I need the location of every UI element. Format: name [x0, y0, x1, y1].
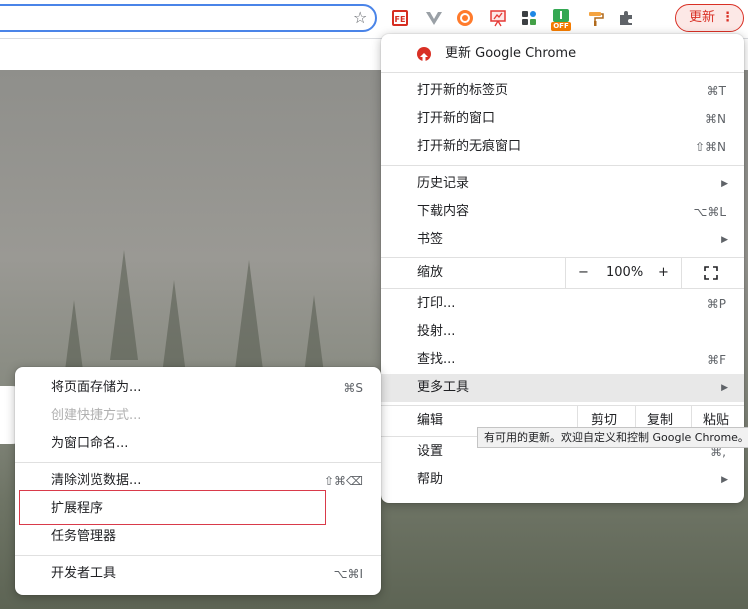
- submenu-item-create-shortcut: 创建快捷方式...: [15, 402, 381, 430]
- menu-item-cast[interactable]: 投射...: [381, 318, 744, 346]
- shortcut-hint: ⌘F: [707, 353, 726, 367]
- menu-divider: [15, 555, 381, 556]
- submenu-item-name-window[interactable]: 为窗口命名...: [15, 430, 381, 458]
- off-badge: OFF: [553, 22, 569, 30]
- zoom-in-button[interactable]: +: [658, 258, 669, 288]
- menu-item-label: 投射...: [417, 324, 456, 339]
- submenu-arrow-icon: ▶: [721, 179, 728, 189]
- menu-item-label: 开发者工具: [51, 566, 117, 581]
- more-tools-submenu: 将页面存储为... ⌘S 创建快捷方式... 为窗口命名... 清除浏览数据..…: [15, 367, 381, 595]
- menu-item-label: 将页面存储为...: [51, 380, 142, 395]
- menu-item-new-tab[interactable]: 打开新的标签页 ⌘T: [381, 77, 744, 105]
- update-chrome-item[interactable]: 更新 Google Chrome: [381, 40, 744, 68]
- submenu-item-task-manager[interactable]: 任务管理器: [15, 523, 381, 551]
- menu-item-label: 书签: [417, 232, 444, 247]
- zoom-divider: [681, 258, 682, 288]
- menu-item-history[interactable]: 历史记录 ▶: [381, 170, 744, 198]
- menu-item-label: 打开新的标签页: [417, 83, 509, 98]
- menu-item-label: 查找...: [417, 352, 456, 367]
- menu-item-find[interactable]: 查找... ⌘F: [381, 346, 744, 374]
- menu-item-label: 打印...: [417, 296, 456, 311]
- shortcut-hint: ⌘P: [706, 297, 726, 311]
- menu-item-label: 为窗口命名...: [51, 436, 129, 451]
- shortcut-hint: ⇧⌘N: [694, 140, 726, 154]
- shortcut-hint: ⌥⌘L: [693, 205, 726, 219]
- menu-divider: [381, 72, 744, 73]
- menu-item-label: 下载内容: [417, 204, 470, 219]
- update-arrow-icon: [417, 47, 431, 61]
- tree-silhouette: [110, 250, 138, 360]
- shortcut-hint: ⌥⌘I: [333, 567, 363, 581]
- menu-item-print[interactable]: 打印... ⌘P: [381, 290, 744, 318]
- menu-item-new-incognito[interactable]: 打开新的无痕窗口 ⇧⌘N: [381, 133, 744, 161]
- zoom-divider: [565, 258, 566, 288]
- menu-item-label: 设置: [417, 444, 444, 459]
- menu-divider: [381, 165, 744, 166]
- menu-item-new-window[interactable]: 打开新的窗口 ⌘N: [381, 105, 744, 133]
- update-tooltip: 有可用的更新。欢迎自定义和控制 Google Chrome。: [477, 427, 748, 448]
- kebab-menu-icon: ⋮: [721, 10, 734, 25]
- whiteboard-icon[interactable]: [489, 9, 507, 27]
- fullscreen-icon[interactable]: [704, 266, 718, 280]
- menu-item-bookmarks[interactable]: 书签 ▶: [381, 226, 744, 254]
- menu-item-label: 缩放: [417, 265, 444, 280]
- menu-item-label: 帮助: [417, 472, 444, 487]
- update-label: 更新: [689, 10, 716, 25]
- menu-item-label: 任务管理器: [51, 529, 117, 544]
- menu-item-help[interactable]: 帮助 ▶: [381, 466, 744, 494]
- menu-item-label: 创建快捷方式...: [51, 408, 142, 423]
- shortcut-hint: ⌘S: [343, 381, 363, 395]
- submenu-item-save-page[interactable]: 将页面存储为... ⌘S: [15, 374, 381, 402]
- vue-devtools-icon[interactable]: [425, 9, 443, 27]
- menu-divider: [381, 288, 744, 289]
- bookmark-star-icon[interactable]: ☆: [353, 9, 367, 27]
- menu-item-zoom: 缩放 − 100% +: [381, 258, 744, 288]
- apps-grid-icon[interactable]: [520, 9, 538, 27]
- menu-item-label: 打开新的窗口: [417, 111, 496, 126]
- shortcut-hint: ⌘N: [705, 112, 726, 126]
- bullseye-icon[interactable]: [456, 9, 474, 27]
- update-chrome-label: 更新 Google Chrome: [445, 46, 577, 61]
- submenu-arrow-icon: ▶: [721, 383, 728, 393]
- submenu-arrow-icon: ▶: [721, 235, 728, 245]
- shortcut-hint: ⌘T: [706, 84, 726, 98]
- submenu-item-dev-tools[interactable]: 开发者工具 ⌥⌘I: [15, 560, 381, 588]
- tree-silhouette: [235, 260, 263, 370]
- android-off-icon[interactable]: OFF: [551, 8, 571, 32]
- submenu-arrow-icon: ▶: [721, 475, 728, 485]
- zoom-out-button[interactable]: −: [578, 258, 589, 288]
- menu-item-label: 更多工具: [417, 380, 470, 395]
- menu-item-downloads[interactable]: 下载内容 ⌥⌘L: [381, 198, 744, 226]
- menu-item-label: 打开新的无痕窗口: [417, 139, 522, 154]
- update-menu-button[interactable]: 更新 ⋮: [675, 4, 744, 32]
- menu-item-more-tools[interactable]: 更多工具 ▶: [381, 374, 744, 402]
- shortcut-hint: ⇧⌘⌫: [323, 474, 363, 488]
- fe-helper-text: FE: [395, 15, 406, 24]
- paint-roller-icon[interactable]: [587, 9, 605, 27]
- fe-helper-icon[interactable]: FE: [391, 9, 409, 27]
- zoom-level: 100%: [606, 265, 644, 280]
- extensions-puzzle-icon[interactable]: [617, 9, 635, 27]
- menu-item-label: 历史记录: [417, 176, 470, 191]
- menu-item-label: 编辑: [417, 413, 444, 428]
- address-bar[interactable]: [0, 4, 377, 32]
- extensions-highlight-box: [19, 490, 326, 525]
- menu-divider: [15, 462, 381, 463]
